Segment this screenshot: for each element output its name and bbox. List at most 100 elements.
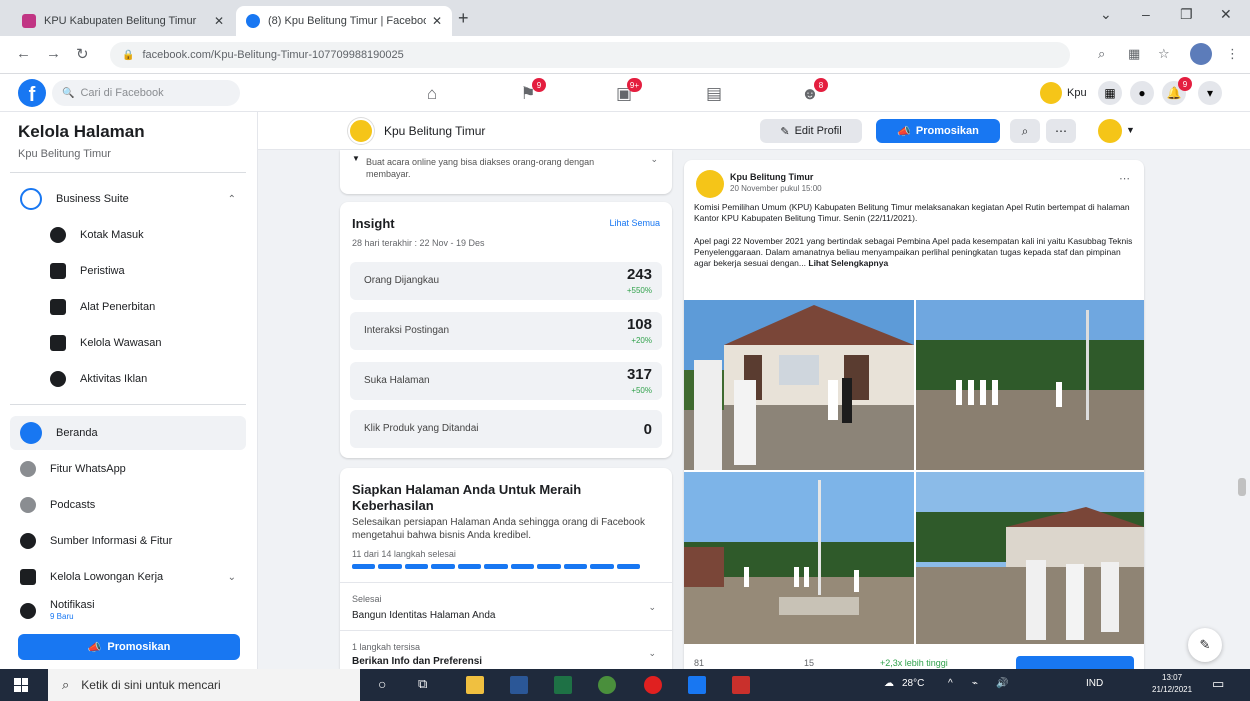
browser-tab-facebook[interactable]: (8) Kpu Belitung Timur | Faceboo ✕ [236,6,452,36]
sidebar-item-resources[interactable]: Sumber Informasi & Fitur [10,524,246,558]
system-clock[interactable]: 13:07 21/12/2021 [1152,672,1192,696]
sidebar-item-publishing-tools[interactable]: Alat Penerbitan [10,290,246,324]
sidebar-item-home[interactable]: Beranda [10,416,246,450]
metric-post-engagement[interactable]: Interaksi Postingan 108 +20% [350,312,662,350]
windows-start-icon[interactable] [14,678,28,692]
language-indicator[interactable]: IND [1086,678,1103,689]
browser-profile-avatar[interactable] [1190,43,1212,65]
sidebar-item-podcasts[interactable]: Podcasts [10,488,246,522]
date-range-dropdown[interactable]: 28 hari terakhir : 22 Nov - 19 Des [352,238,485,248]
marketplace-icon[interactable]: ▤ [702,82,726,106]
tray-chevron-icon[interactable]: ^ [948,678,953,689]
zoom-icon[interactable]: ⌕ [1098,46,1105,62]
chevron-down-icon[interactable]: ⌄ [650,154,658,165]
task-view-icon[interactable]: ⧉ [418,676,427,692]
taskbar-search-input[interactable]: ⌕ Ketik di sini untuk mencari [48,669,360,701]
file-explorer-icon[interactable] [466,676,484,694]
sidebar-item-events[interactable]: Peristiwa [10,254,246,288]
post-author-avatar[interactable] [696,170,724,198]
notification-center-icon[interactable]: ▭ [1212,676,1224,692]
sidebar-item-label: Beranda [56,427,98,439]
home-icon[interactable]: ⌂ [420,82,444,106]
weather-temp[interactable]: 28°C [902,678,924,689]
post-photo-4[interactable] [916,472,1144,644]
forward-icon[interactable]: → [46,45,61,62]
facebook-app-icon[interactable] [688,676,706,694]
metric-people-reached[interactable]: Orang Dijangkau 243 +550% [350,262,662,300]
chevron-down-icon[interactable]: ⌄ [648,648,656,659]
insight-card: Insight Lihat Semua 28 hari terakhir : 2… [340,202,672,458]
back-icon[interactable]: ← [16,45,31,62]
boost-post-button[interactable] [1016,656,1134,670]
word-icon[interactable] [510,676,528,694]
wps-icon[interactable] [732,676,750,694]
pages-flag-icon[interactable]: ⚑ 9 [516,78,546,106]
see-more-link[interactable]: Lihat Selengkapnya [808,258,888,268]
promote-button[interactable]: 📣 Promosikan [18,634,240,660]
sidebar-item-ad-activity[interactable]: Aktivitas Iklan [10,362,246,396]
close-tab-icon[interactable]: ✕ [214,14,224,28]
promote-label: Promosikan [915,125,979,137]
new-tab-button[interactable]: + [458,8,469,29]
post-more-options-icon[interactable]: ⋯ [1119,172,1130,185]
messenger-icon[interactable]: ● [1130,81,1154,105]
account-caret-icon[interactable]: ▾ [1198,81,1222,105]
menu-grid-icon[interactable]: ▦ [1098,81,1122,105]
sidebar-item-insights[interactable]: Kelola Wawasan [10,326,246,360]
page-name[interactable]: Kpu Belitung Timur [384,124,485,138]
watch-icon[interactable]: ▣ 9+ [612,78,642,106]
metric-tagged-product-clicks[interactable]: Klik Produk yang Ditandai 0 [350,410,662,448]
metric-page-likes[interactable]: Suka Halaman 317 +50% [350,362,662,400]
promote-header-button[interactable]: 📣 Promosikan [876,119,1000,143]
chevron-up-icon[interactable]: ⌃ [228,194,236,205]
extensions-icon[interactable]: ▦ [1128,46,1140,62]
close-tab-icon[interactable]: ✕ [432,14,442,28]
more-button[interactable]: ⋯ [1046,119,1076,143]
browser-tab-kpu-website[interactable]: KPU Kabupaten Belitung Timur ✕ [12,6,234,36]
groups-icon[interactable]: ☻ 8 [798,78,828,106]
sidebar-item-jobs[interactable]: Kelola Lowongan Kerja ⌄ [10,560,246,594]
facebook-search-input[interactable]: 🔍 Cari di Facebook [52,80,240,106]
chrome-icon[interactable] [598,676,616,694]
profile-chip[interactable]: Kpu [1040,81,1087,105]
search-button[interactable]: ⌕ [1010,119,1040,143]
minimize-button[interactable]: – [1142,6,1150,22]
notifications-bell-icon[interactable]: 🔔 9 [1162,77,1192,105]
menu-kebab-icon[interactable]: ⋮ [1226,46,1239,62]
url-field[interactable]: 🔒 facebook.com/Kpu-Belitung-Timur-107709… [110,42,1070,68]
reload-icon[interactable]: ↻ [76,45,89,63]
close-window-button[interactable]: ✕ [1220,6,1232,23]
post-photo-3[interactable] [684,472,914,644]
see-all-link[interactable]: Lihat Semua [609,218,660,228]
acting-as-avatar[interactable] [1098,119,1122,143]
edit-profile-button[interactable]: ✎ Edit Profil [760,119,862,143]
cortana-icon[interactable]: ○ [378,676,386,692]
post-photo-2[interactable] [916,300,1144,470]
network-icon[interactable]: ⌁ [972,678,978,689]
post-timestamp[interactable]: 20 November pukul 15:00 [730,184,822,193]
facebook-logo-icon[interactable]: f [18,79,46,107]
step-name[interactable]: Berikan Info dan Preferensi [352,656,482,667]
post-author-name[interactable]: Kpu Belitung Timur [730,172,813,182]
restore-button[interactable]: ❐ [1180,6,1193,23]
page-avatar[interactable] [348,118,374,144]
sidebar-item-whatsapp[interactable]: Fitur WhatsApp [10,452,246,486]
excel-icon[interactable] [554,676,572,694]
divider [10,172,246,173]
volume-icon[interactable]: 🔊 [996,678,1008,689]
bookmark-star-icon[interactable]: ☆ [1158,46,1170,62]
sidebar-item-inbox[interactable]: Kotak Masuk [10,218,246,252]
chevron-down-icon[interactable]: ⌄ [228,572,236,583]
sidebar-page-name[interactable]: Kpu Belitung Timur [18,148,111,160]
page-scrollbar[interactable] [1238,478,1246,496]
opera-icon[interactable] [644,676,662,694]
tab-search-icon[interactable]: ⌄ [1100,6,1112,23]
compose-message-button[interactable]: ✎ [1188,628,1222,662]
sidebar-item-notifications[interactable]: Notifikasi 9 Baru [10,594,246,628]
caret-down-icon[interactable]: ▼ [1126,125,1135,135]
chevron-down-icon[interactable]: ⌄ [648,602,656,613]
weather-icon[interactable]: ☁ [884,678,894,689]
post-photo-1[interactable] [684,300,914,470]
step-name[interactable]: Bangun Identitas Halaman Anda [352,610,495,621]
sidebar-item-business-suite[interactable]: Business Suite ⌃ [10,182,246,216]
